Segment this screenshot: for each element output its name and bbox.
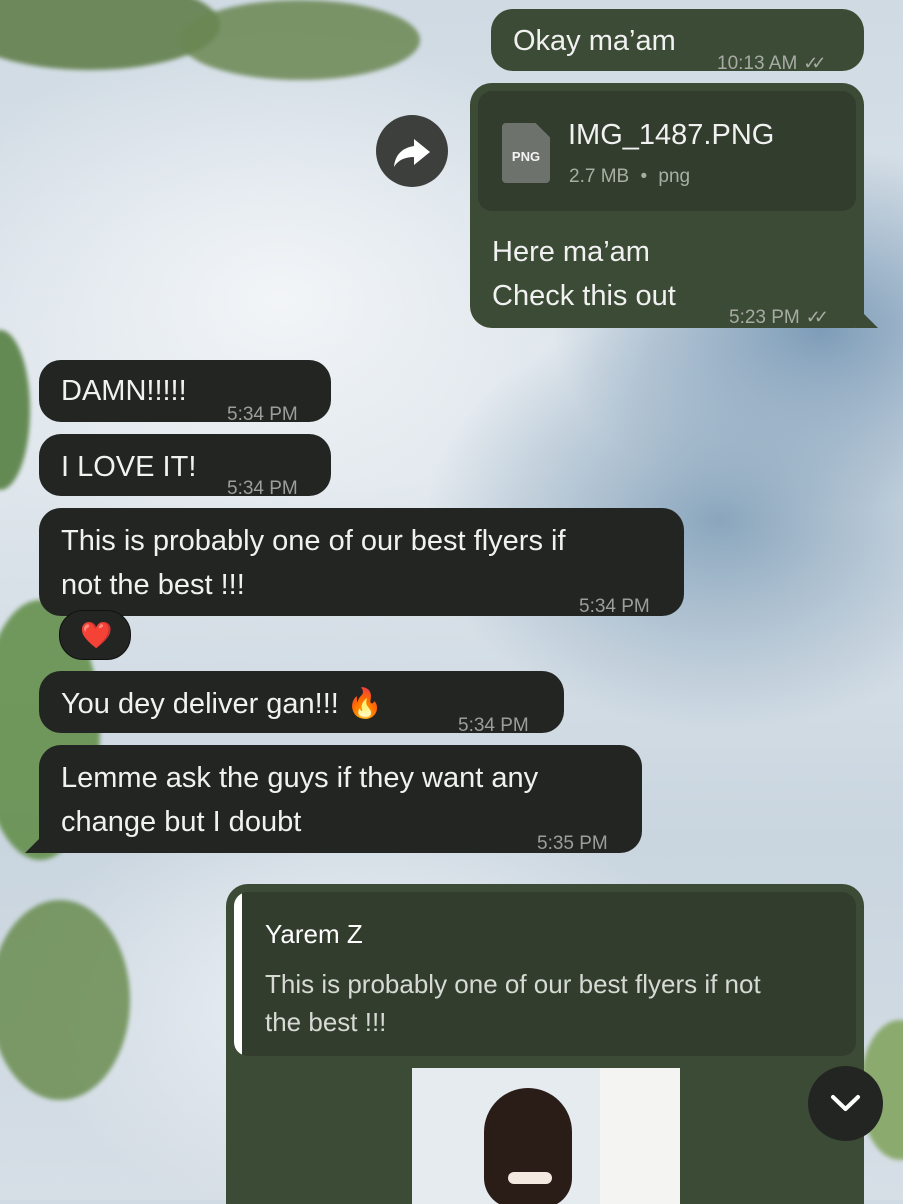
reply-text: This is probably one of our best flyers … bbox=[265, 969, 761, 999]
message-text: Here ma’am bbox=[492, 236, 650, 268]
background-foliage bbox=[180, 0, 420, 80]
message-text: I LOVE IT! bbox=[61, 451, 197, 483]
reply-bar bbox=[234, 892, 242, 1056]
message-text: Check this out bbox=[492, 280, 676, 312]
message-text: change but I doubt bbox=[61, 806, 302, 838]
reaction-badge[interactable]: ❤️ bbox=[59, 610, 131, 660]
photo-wall-right bbox=[600, 1068, 680, 1204]
message-incoming[interactable]: This is probably one of our best flyers … bbox=[39, 508, 684, 617]
read-checkmarks-icon: ✓✓ bbox=[803, 53, 826, 73]
message-text: DAMN!!!!! bbox=[61, 375, 187, 407]
chevron-down-icon bbox=[831, 1095, 860, 1111]
message-time: 5:34 PM bbox=[227, 404, 298, 425]
message-incoming[interactable]: You dey deliver gan!!! 🔥 5:34 PM bbox=[39, 671, 564, 736]
reply-quote[interactable]: Yarem Z This is probably one of our best… bbox=[234, 892, 856, 1056]
file-meta: 2.7 MB • png bbox=[569, 166, 691, 187]
message-text: Lemme ask the guys if they want any bbox=[61, 762, 539, 794]
heart-icon: ❤️ bbox=[80, 620, 113, 650]
background-foliage bbox=[0, 900, 130, 1100]
read-checkmarks-icon: ✓✓ bbox=[805, 307, 829, 327]
message-text: This is probably one of our best flyers … bbox=[61, 525, 566, 557]
message-outgoing-reply[interactable]: Yarem Z This is probably one of our best… bbox=[226, 884, 864, 1204]
file-icon: PNG bbox=[502, 123, 550, 183]
file-attachment[interactable]: PNG IMG_1487.PNG 2.7 MB • png bbox=[478, 91, 856, 211]
message-time: 5:35 PM bbox=[537, 833, 608, 854]
photo-person-face bbox=[484, 1088, 572, 1204]
message-incoming[interactable]: I LOVE IT! 5:34 PM bbox=[39, 434, 331, 499]
message-text: Okay ma’am bbox=[513, 25, 676, 57]
message-outgoing-file[interactable]: PNG IMG_1487.PNG 2.7 MB • png Here ma’am… bbox=[470, 83, 864, 328]
bubble-tail bbox=[25, 831, 47, 853]
message-incoming[interactable]: Lemme ask the guys if they want any chan… bbox=[39, 745, 642, 854]
background-foliage bbox=[0, 330, 30, 490]
scroll-down-button[interactable] bbox=[808, 1066, 883, 1141]
bubble-tail bbox=[856, 306, 878, 328]
message-outgoing[interactable]: Okay ma’am 10:13 AM ✓✓ bbox=[491, 9, 864, 74]
forward-button[interactable] bbox=[376, 115, 448, 187]
fire-icon: 🔥 bbox=[346, 688, 384, 720]
message-incoming[interactable]: DAMN!!!!! 5:34 PM bbox=[39, 360, 331, 425]
message-text: You dey deliver gan!!! 🔥 bbox=[61, 688, 384, 720]
message-time: 5:34 PM bbox=[579, 596, 650, 617]
forward-arrow-icon bbox=[394, 139, 430, 167]
photo-person-smile bbox=[508, 1172, 552, 1184]
message-time: 5:23 PM ✓✓ bbox=[729, 295, 829, 340]
message-time: 5:34 PM bbox=[227, 478, 298, 499]
reply-text: the best !!! bbox=[265, 1007, 387, 1037]
file-name: IMG_1487.PNG bbox=[568, 119, 775, 151]
reply-author: Yarem Z bbox=[265, 919, 363, 949]
message-text: not the best !!! bbox=[61, 569, 245, 601]
photo-attachment[interactable] bbox=[412, 1068, 680, 1204]
message-time: 5:34 PM bbox=[458, 715, 529, 736]
message-time: 10:13 AM ✓✓ bbox=[717, 41, 827, 86]
